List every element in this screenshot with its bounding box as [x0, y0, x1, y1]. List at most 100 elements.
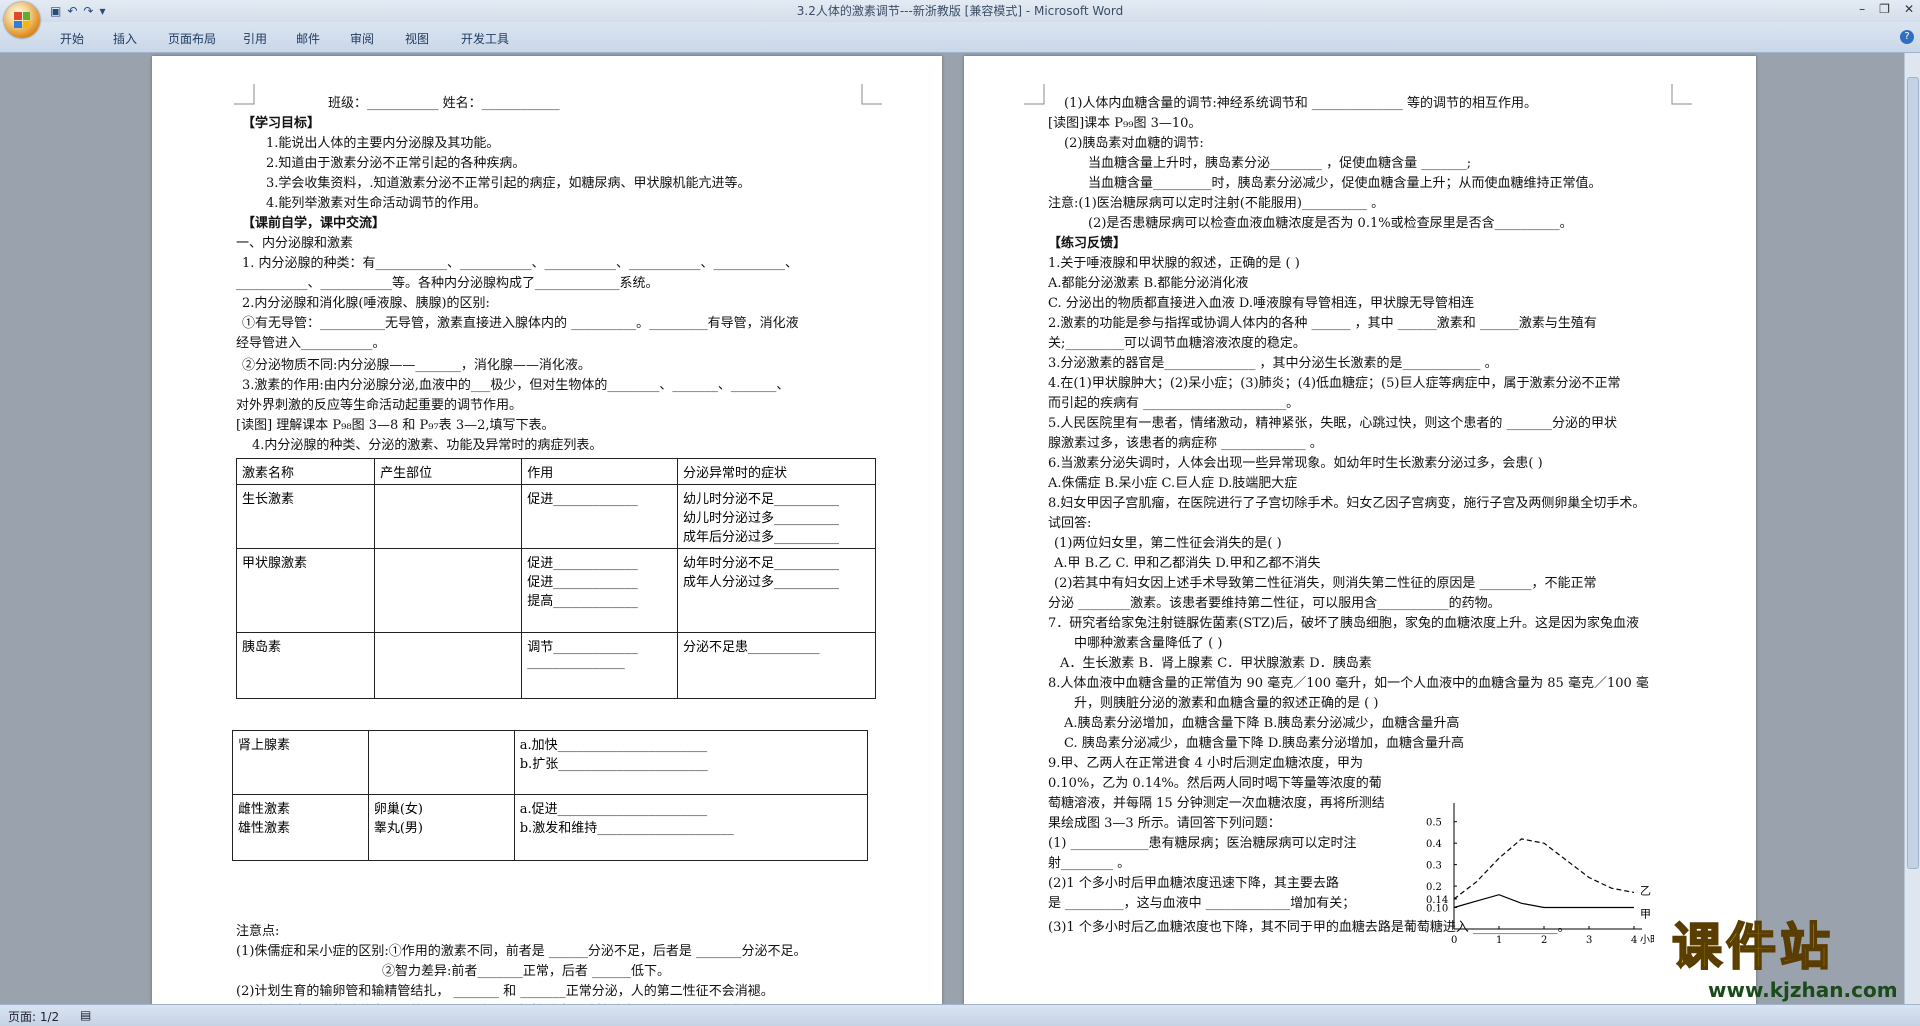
left_page-notes-line: 注意点:: [236, 924, 280, 939]
right_page-lines-line: C. 分泌出的物质都直接进入血液 D.唾液腺有导管相连，甲状腺无导管相连: [1048, 296, 1474, 311]
right_page-lines-line: 升，则胰脏分泌的激素和血糖含量的叙述正确的是 ( ): [1074, 696, 1379, 711]
right_page-lines-line: A.甲 B.乙 C. 甲和乙都消失 D.甲和乙都不消失: [1054, 556, 1321, 571]
right_page-lines-line: 腺激素过多，该患者的病症称 _____________ 。: [1048, 436, 1323, 451]
table-cell: 甲状腺激素: [235, 548, 376, 633]
right_page-lines-line: 中哪种激素含量降低了 ( ): [1074, 636, 1223, 651]
left_page-lines-line: 4.能列举激素对生命活动调节的作用。: [266, 196, 487, 211]
table-cell: 幼儿时分泌不足__________ 幼儿时分泌过多__________ 成年后分泌过…: [676, 484, 877, 549]
table-cell: 雌性激素 雄性激素: [232, 794, 369, 861]
ribbon-tab-0[interactable]: 开始: [60, 30, 84, 47]
left_page-lines-line: ①有无导管：__________无导管，激素直接进入腺体内的 _________…: [242, 316, 799, 331]
table-cell: [374, 632, 523, 699]
help-icon[interactable]: ?: [1900, 30, 1914, 44]
right_page-lines-line: 0.10%，乙为 0.14%。然后两人同时喝下等量等浓度的葡: [1048, 776, 1382, 791]
left_page-lines-line: 2.知道由于激素分泌不正常引起的各种疾病。: [266, 156, 526, 171]
right_page-lines-line: (1)人体内血糖含量的调节:神经系统调节和 ______________ 等的调…: [1064, 96, 1538, 111]
y-tick-label: 0.5: [1426, 818, 1442, 829]
ribbon-tab-4[interactable]: 邮件: [296, 30, 320, 47]
table-cell: a.加快_______________________ b.扩张_________…: [513, 730, 869, 795]
table-row: 甲状腺激素 促进_____________ 促进_____________ 提高___…: [235, 548, 877, 633]
left_page-notes-line: (2)计划生育的输卵管和输精管结扎， _______ 和 _______正常分泌…: [236, 984, 774, 999]
ribbon-tab-5[interactable]: 审阅: [350, 30, 374, 47]
right_page-lines-line: 6.当激素分泌失调时，人体会出现一些异常现象。如幼年时生长激素分泌过多，会患( …: [1048, 456, 1543, 471]
x-tick-label: 2: [1541, 935, 1547, 946]
vertical-scrollbar[interactable]: [1904, 53, 1920, 1004]
table-header: 分泌异常时的症状: [676, 458, 877, 485]
table-cell: 幼年时分泌不足__________ 成年人分泌过多__________: [676, 548, 877, 633]
right_page-lines-line: 当血糖含量上升时，胰岛素分泌________ ，促使血糖含量 _______;: [1088, 156, 1472, 171]
x-axis-label: 小时: [1640, 934, 1654, 946]
status-bar: 页面: 1/2 ▤: [0, 1004, 1920, 1026]
proofing-icon[interactable]: ▤: [80, 1008, 91, 1022]
table-cell: 分泌不足患___________: [676, 632, 877, 699]
left_page-lines-line: [读图] 理解课本 P₉₈图 3—8 和 P₉₇表 3—2,填写下表。: [236, 418, 555, 433]
table-cell: 生长激素: [235, 484, 376, 549]
series-line: [1453, 838, 1635, 900]
left_page-lines-line: 1.能说出人体的主要内分泌腺及其功能。: [266, 136, 500, 151]
ribbon-tab-7[interactable]: 开发工具: [461, 30, 509, 47]
window-title: 3.2人体的激素调节---新浙教版 [兼容模式] - Microsoft Wor…: [796, 4, 1124, 18]
ribbon-tab-1[interactable]: 插入: [113, 30, 137, 47]
right_page-lines-line: 关;_________可以调节血糖溶液浓度的稳定。: [1048, 336, 1306, 351]
table-cell: 促进_____________: [521, 484, 678, 549]
table-cell: 调节_____________ _______________: [521, 632, 678, 699]
series-label: 甲: [1640, 908, 1651, 921]
right_page-lines-line: 9.甲、乙两人在正常进食 4 小时后测定血糖浓度，甲为: [1048, 756, 1363, 771]
right_page-lines-line: 7．研究者给家兔注射链脲佐菌素(STZ)后，破坏了胰岛细胞，家兔的血糖浓度上升。…: [1048, 616, 1640, 631]
series-label: 乙: [1640, 885, 1651, 898]
y-tick-label: 0.4: [1426, 839, 1442, 850]
left_page-lines-line: 2.内分泌腺和消化腺(唾液腺、胰腺)的区别:: [242, 296, 490, 311]
right_page-lines-line: 萄糖溶液，并每隔 15 分钟测定一次血糖浓度，再将所测结: [1048, 796, 1385, 811]
series-line: [1453, 894, 1634, 909]
table-cell: 促进_____________ 促进_____________ 提高________…: [521, 548, 678, 633]
right_page-lines-line: 注意:(1)医治糖尿病可以定时注射(不能服用)__________ 。: [1048, 196, 1385, 211]
close-icon[interactable]: ✕: [1904, 2, 1914, 16]
table-cell: a.促进_______________________ b.激发和维持______…: [513, 794, 869, 861]
scrollbar-thumb[interactable]: [1907, 77, 1919, 869]
page-indicator: 页面: 1/2: [8, 1010, 60, 1024]
office-logo-icon: [14, 12, 30, 28]
right_page-lines-line: [读图]课本 P₉₉图 3—10。: [1048, 116, 1202, 131]
watermark-url: www.kjzhan.com: [1708, 978, 1898, 1002]
right_page-lines-line: C. 胰岛素分泌减少，血糖含量下降 D.胰岛素分泌增加，血糖含量升高: [1064, 736, 1464, 751]
x-tick-label: 1: [1496, 935, 1502, 946]
left_page-lines-line: 一、内分泌腺和激素: [236, 236, 354, 251]
right_page-lines-line: 3.分泌激素的器官是______________ ，其中分泌生长激素的是____…: [1048, 356, 1498, 371]
ribbon-tab-2[interactable]: 页面布局: [168, 30, 216, 47]
page-corner-mark: [1671, 84, 1692, 105]
ribbon-tab-3[interactable]: 引用: [243, 30, 267, 47]
office-button[interactable]: [4, 2, 40, 38]
ribbon-tabs: 开始 插入 页面布局 引用 邮件 审阅 视图 开发工具: [0, 22, 1920, 53]
minimize-icon[interactable]: –: [1859, 2, 1865, 16]
right_page-lines-line: (2)胰岛素对血糖的调节:: [1064, 136, 1204, 151]
window-controls: – ❐ ✕: [1859, 2, 1914, 16]
page-corner-mark: [1024, 84, 1045, 105]
left_page-lines-line: ___________、___________等。各种内分泌腺构成了______…: [236, 276, 659, 291]
right_page-lines-line: 射________ 。: [1048, 856, 1131, 871]
right-page: 012340.100.140.20.30.40.5小时乙甲 (1)人体内血糖含量…: [964, 56, 1756, 1005]
left_page-lines-line: 4.内分泌腺的种类、分泌的激素、功能及异常时的病症列表。: [252, 438, 603, 453]
y-tick-label: 0.3: [1426, 861, 1442, 872]
hormone-table-2: 肾上腺素 a.加快_______________________ b.扩张_____…: [232, 730, 869, 861]
right_page-lines-line: 8.人体血液中血糖含量的正常值为 90 毫克／100 毫升，如一个人血液中的血糖…: [1048, 676, 1649, 691]
left_page-lines-line: 【学习目标】: [242, 116, 321, 131]
table-row: 生长激素 促进_____________ 幼儿时分泌不足__________ 幼儿时分…: [235, 484, 877, 549]
x-tick-label: 3: [1586, 935, 1592, 946]
right_page-lines-line: 而引起的疾病有 ______________________。: [1048, 396, 1300, 411]
right_page-lines-line: 1.关于唾液腺和甲状腺的叙述，正确的是 ( ): [1048, 256, 1300, 271]
left_page-lines-line: 3.激素的作用:由内分泌腺分泌,血液中的___极少，但对生物体的________…: [242, 378, 790, 393]
right_page-lines-line: 2.激素的功能是参与指挥或协调人体内的各种 ______ ，其中 ______激…: [1048, 316, 1597, 331]
right_page-lines-line: 4.在(1)甲状腺肿大；(2)呆小症；(3)肺炎；(4)低血糖症；(5)巨人症等…: [1048, 376, 1621, 391]
maximize-icon[interactable]: ❐: [1879, 2, 1890, 16]
left_page-notes-line: (1)侏儒症和呆小症的区别:①作用的激素不同，前者是 ______分泌不足，后者…: [236, 944, 807, 959]
right_page-lines-line: (3)1 个多小时后乙血糖浓度也下降，其不同于甲的血糖去路是葡萄糖进入 ____…: [1048, 920, 1571, 935]
right_page-lines-line: A．生长激素 B．肾上腺素 C．甲状腺激素 D．胰岛素: [1060, 656, 1372, 671]
table-cell: [374, 484, 523, 549]
table-row: 雌性激素 雄性激素 卵巢(女) 睾丸(男) a.促进__________________…: [232, 794, 869, 861]
table-cell: 卵巢(女) 睾丸(男): [367, 794, 515, 861]
right_page-lines-line: (1) ____________患有糖尿病；医治糖尿病可以定时注: [1048, 836, 1357, 851]
x-tick-label: 4: [1631, 935, 1637, 946]
right_page-lines-line: A.胰岛素分泌增加，血糖含量下降 B.胰岛素分泌减少，血糖含量升高: [1064, 716, 1460, 731]
ribbon-tab-6[interactable]: 视图: [405, 30, 429, 47]
right_page-lines-line: (2)1 个多小时后甲血糖浓度迅速下降，其主要去路: [1048, 876, 1339, 891]
